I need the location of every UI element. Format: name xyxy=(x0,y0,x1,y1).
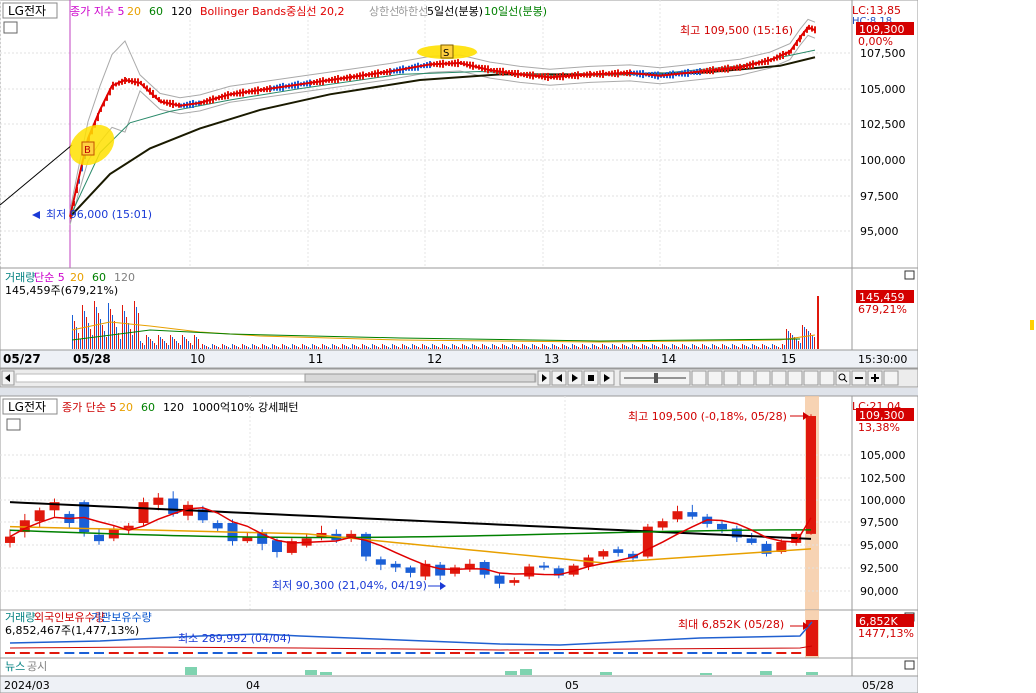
bottom-volume-summary: 6,852,467주(1,477,13%) xyxy=(5,624,139,637)
price-tick: 97,500 xyxy=(860,190,899,203)
text-icon[interactable] xyxy=(883,370,899,386)
price-tick: 92,500 xyxy=(860,562,899,575)
legend-item[interactable]: 120 xyxy=(171,5,192,18)
legend-item[interactable]: 60 xyxy=(92,271,106,284)
legend-item[interactable]: 공시 xyxy=(27,660,47,673)
price-tick: 100,000 xyxy=(860,154,906,167)
legend-item[interactable]: 1000억10% 강세패턴 xyxy=(192,401,299,414)
legend-item[interactable]: 종가 단순 5 xyxy=(62,401,116,414)
legend-item[interactable]: 거래량 xyxy=(5,611,35,624)
right-blank-area xyxy=(918,0,1036,693)
time-label: 05/27 xyxy=(3,352,41,366)
legend-item[interactable]: 120 xyxy=(163,401,184,414)
price-tick: 105,000 xyxy=(860,449,906,462)
time-label: 05/28 xyxy=(73,352,111,366)
legend-item[interactable]: 5일선(분봉) xyxy=(427,4,483,18)
legend-item[interactable]: 하한선 xyxy=(398,4,428,18)
legend-item[interactable]: 60 xyxy=(141,401,155,414)
top-high-annotation: 최고 109,500 (15:16) xyxy=(680,24,793,37)
bottom-price-pane[interactable] xyxy=(0,395,853,611)
trend-icon[interactable] xyxy=(771,370,787,386)
top-price-pane[interactable] xyxy=(0,0,853,269)
fib-icon[interactable] xyxy=(787,370,803,386)
bottom-time-axis xyxy=(0,675,919,693)
legend-item[interactable]: 20 xyxy=(119,401,133,414)
buy-marker: B xyxy=(84,145,91,156)
news-close-icon[interactable] xyxy=(904,660,915,670)
toolbar-icons xyxy=(551,370,899,386)
price-tick: 97,500 xyxy=(860,516,899,529)
bottom-volume-pct: 1477,13% xyxy=(858,627,914,640)
legend-item[interactable]: 종가 지수 5 xyxy=(70,5,124,18)
layout-icon[interactable] xyxy=(691,370,707,386)
legend-item[interactable]: 단순 5 xyxy=(34,271,65,284)
stock-chart-window: 107,500 105,000 102,500 100,000 97,500 95,000… xyxy=(0,0,1036,693)
bottom-low-annotation: 최저 90,300 (21,04%, 04/19) xyxy=(272,579,427,592)
legend-item[interactable]: 기관보유수량 xyxy=(91,611,152,624)
price-tick: 102,500 xyxy=(860,118,906,131)
legend-item[interactable]: 120 xyxy=(114,271,135,284)
volume-pct: 679,21% xyxy=(858,303,907,316)
volume-close-icon[interactable] xyxy=(904,270,915,280)
bottom-legend: 종가 단순 5 20 60 120 1000억10% 강세패턴 xyxy=(62,401,299,414)
legend-item[interactable]: 10일선(분봉) xyxy=(484,4,547,18)
price-tick: 102,500 xyxy=(860,472,906,485)
bottom-volume-legend: 거래량외국인보유수량기관보유수량 xyxy=(5,611,152,624)
chart-canvas[interactable]: 107,500 105,000 102,500 100,000 97,500 95,000… xyxy=(0,0,1036,693)
top-volume-summary: 145,459주(679,21%) xyxy=(5,284,118,297)
legend-item[interactable]: Bollinger Bands중심선 20,2 xyxy=(200,5,345,18)
top-change-pct: 0,00% xyxy=(858,35,893,48)
bottom-current-date: 05/28 xyxy=(862,679,894,692)
time-label: 11 xyxy=(308,352,323,366)
time-label: 13 xyxy=(544,352,559,366)
bottom-volume-min: 최소 289,992 (04/04) xyxy=(178,632,291,645)
price-tick: 107,500 xyxy=(860,47,906,60)
bottom-high-annotation: 최고 109,500 (-0,18%, 05/28) xyxy=(628,410,787,423)
time-label: 05 xyxy=(565,679,579,692)
draw-icon[interactable] xyxy=(739,370,755,386)
legend-item[interactable]: 60 xyxy=(149,5,163,18)
news-legend: 뉴스 공시 xyxy=(5,660,47,673)
legend-item[interactable]: 상한선 xyxy=(369,5,399,18)
legend-item[interactable]: 뉴스 xyxy=(5,660,25,673)
time-label: 2024/03 xyxy=(4,679,50,692)
top-low-annotation: 최저 96,000 (15:01) xyxy=(46,208,152,221)
pane-divider[interactable] xyxy=(0,388,1036,396)
right-edge-marker xyxy=(1030,320,1034,330)
news-pane[interactable] xyxy=(0,657,853,677)
bottom-volume-max: 최대 6,852K (05/28) xyxy=(678,618,784,631)
cross-icon[interactable] xyxy=(755,370,771,386)
price-tick: 100,000 xyxy=(860,494,906,507)
top-symbol[interactable]: LG전자 xyxy=(8,4,46,18)
time-label: 14 xyxy=(661,352,676,366)
time-label: 15 xyxy=(781,352,796,366)
time-label: 12 xyxy=(427,352,442,366)
legend-item[interactable]: 20 xyxy=(70,271,84,284)
top-current-time: 15:30:00 xyxy=(858,353,907,366)
search-icon[interactable] xyxy=(835,370,851,386)
bottom-change-pct: 13,38% xyxy=(858,421,900,434)
settings-icon[interactable] xyxy=(819,370,835,386)
legend-item[interactable]: 거래량 xyxy=(5,271,35,284)
price-tick: 105,000 xyxy=(860,83,906,96)
copy-icon[interactable] xyxy=(707,370,723,386)
time-label: 04 xyxy=(246,679,260,692)
legend-item[interactable]: 20 xyxy=(127,5,141,18)
price-tick: 95,000 xyxy=(860,225,899,238)
bottom-grid-toggle-icon[interactable] xyxy=(6,418,21,431)
price-tick: 90,000 xyxy=(860,585,899,598)
time-label: 10 xyxy=(190,352,205,366)
scroll-thumb[interactable] xyxy=(304,373,536,383)
bottom-symbol[interactable]: LG전자 xyxy=(8,400,46,414)
grid-icon[interactable] xyxy=(723,370,739,386)
ruler-icon[interactable] xyxy=(803,370,819,386)
top-grid-toggle-icon[interactable] xyxy=(3,21,18,34)
price-tick: 95,000 xyxy=(860,539,899,552)
top-volume-legend: 거래량단순 5 20 60 120 xyxy=(5,271,135,284)
sell-marker: S xyxy=(443,48,449,59)
